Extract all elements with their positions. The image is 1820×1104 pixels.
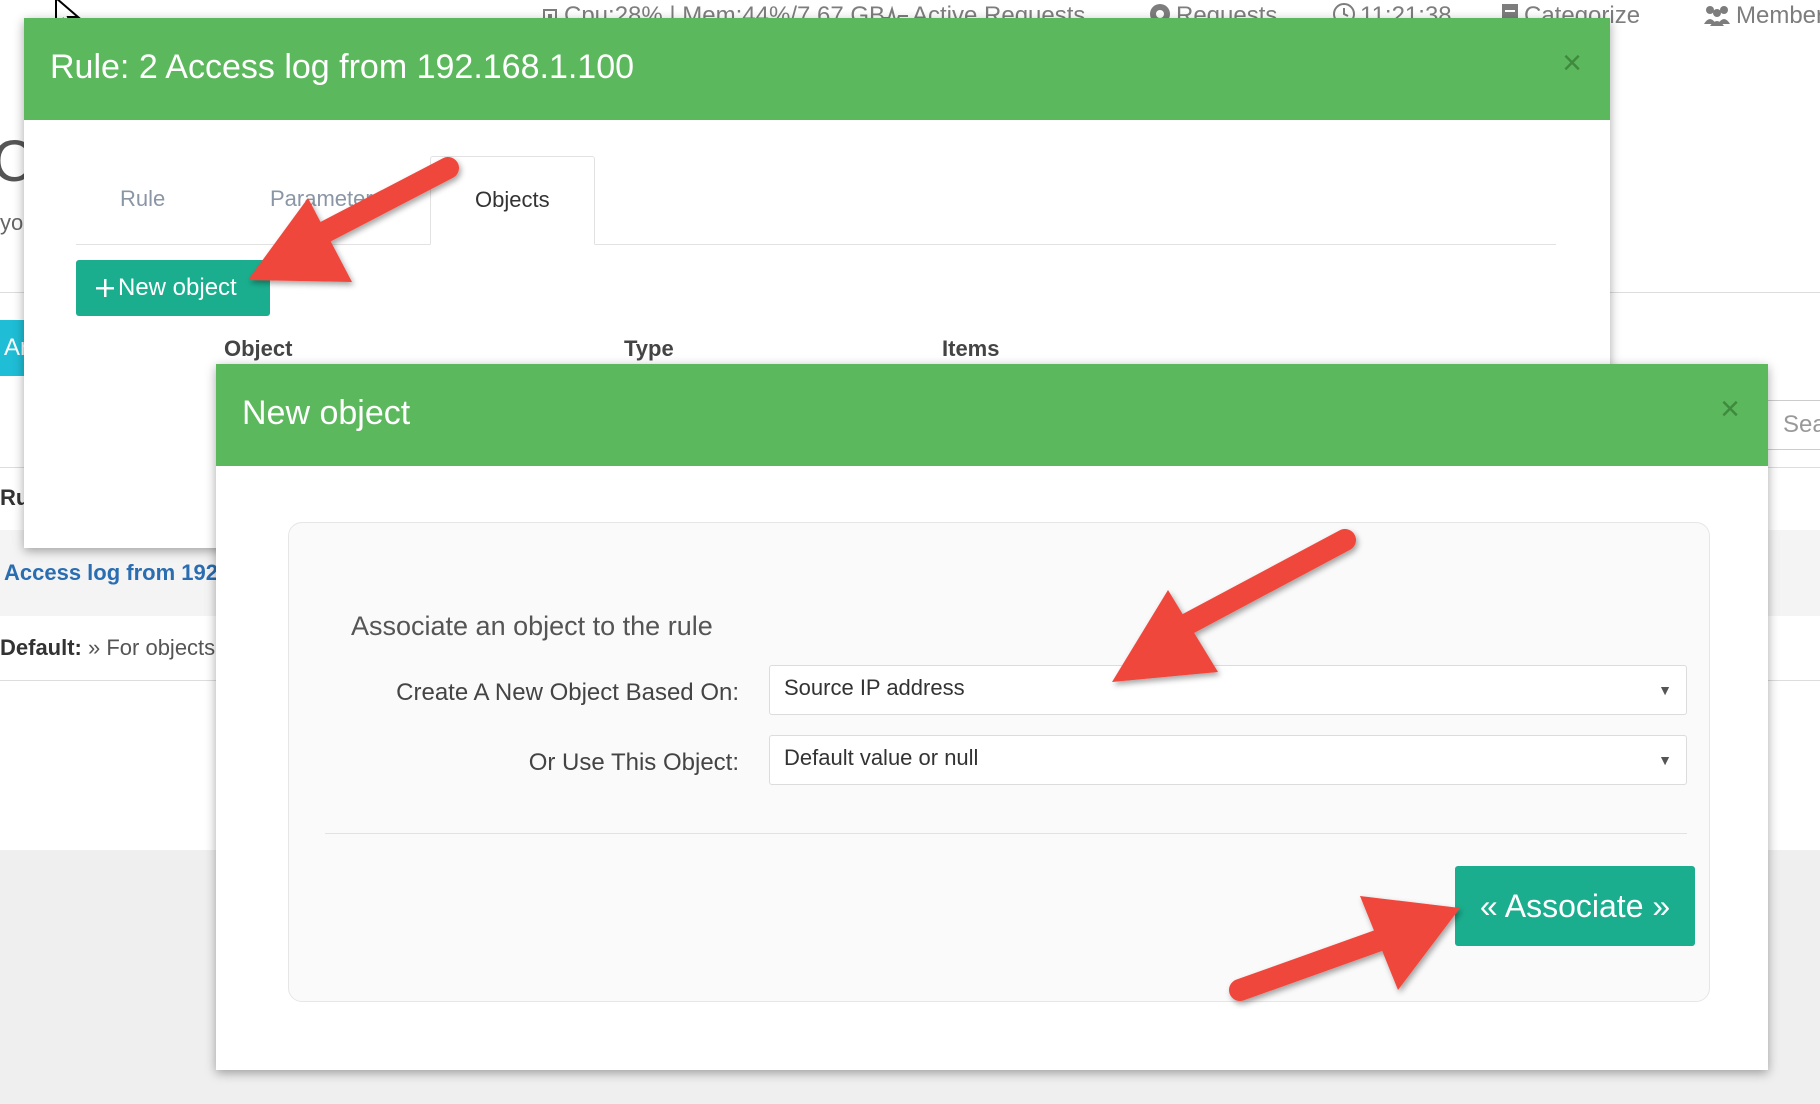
tab-rule[interactable]: Rule xyxy=(76,156,209,244)
rule-modal-tabs: Rule Parameters Objects xyxy=(76,156,1556,245)
chevron-down-icon: ▼ xyxy=(1658,752,1672,768)
default-label: Default: xyxy=(0,635,82,660)
associate-form-panel: Associate an object to the rule Create A… xyxy=(288,522,1710,1002)
background-default-note: Default: » For objects A xyxy=(0,635,235,661)
rule-modal-header: Rule: 2 Access log from 192.168.1.100 × xyxy=(24,18,1610,120)
background-search-input[interactable]: Sea xyxy=(1766,400,1820,450)
background-rule-link[interactable]: Access log from 192.1 xyxy=(4,560,236,586)
column-header-type: Type xyxy=(624,336,674,361)
create-object-label: Create A New Object Based On: xyxy=(319,679,739,707)
form-divider xyxy=(325,833,1687,834)
new-object-modal-title: New object xyxy=(242,394,411,432)
create-object-label-text: Create A New Object Based On: xyxy=(396,679,739,706)
create-object-value: Source IP address xyxy=(784,675,965,700)
plus-icon xyxy=(96,279,114,297)
new-object-modal-header: New object × xyxy=(216,364,1768,466)
chevron-down-icon: ▼ xyxy=(1658,682,1672,698)
members-link[interactable]: Members xyxy=(1702,2,1820,30)
new-object-modal-close-icon[interactable]: × xyxy=(1720,390,1740,429)
rule-modal-title: Rule: 2 Access log from 192.168.1.100 xyxy=(50,48,635,86)
default-text: » For objects A xyxy=(81,635,235,660)
new-object-modal: New object × Associate an object to the … xyxy=(216,364,1768,1070)
use-object-label: Or Use This Object: xyxy=(319,749,739,777)
tab-parameters[interactable]: Parameters xyxy=(226,156,428,244)
form-legend: Associate an object to the rule xyxy=(351,611,713,641)
members-label: Members xyxy=(1736,2,1820,29)
new-object-button[interactable]: New object xyxy=(76,260,270,316)
associate-button[interactable]: « Associate » xyxy=(1455,866,1695,946)
use-object-select[interactable]: Default value or null ▼ xyxy=(769,735,1687,785)
use-object-value: Default value or null xyxy=(784,745,979,770)
column-header-items: Items xyxy=(942,336,1000,361)
users-icon xyxy=(1704,6,1730,26)
create-object-select[interactable]: Source IP address ▼ xyxy=(769,665,1687,715)
tab-objects[interactable]: Objects xyxy=(430,156,595,245)
use-object-label-text: Or Use This Object: xyxy=(528,749,739,776)
rule-modal-close-icon[interactable]: × xyxy=(1562,44,1582,83)
new-object-label: New object xyxy=(118,274,237,301)
background-page-subtitle: yo xyxy=(0,210,24,235)
column-header-object: Object xyxy=(224,336,293,361)
